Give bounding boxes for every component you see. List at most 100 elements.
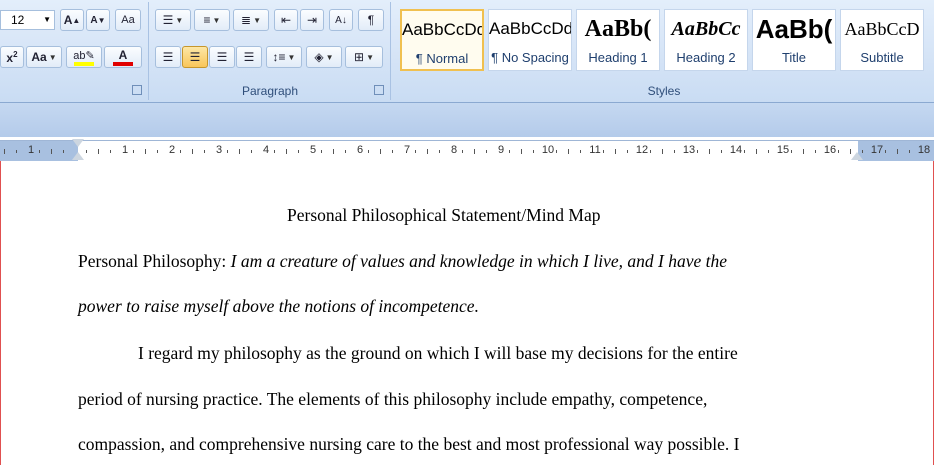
style-heading-2[interactable]: AaBbCc Heading 2	[664, 9, 748, 71]
ruler-tick	[486, 150, 487, 153]
horizontal-ruler[interactable]: 1 1 2 3 4 5 6 7 8 9 10 11 12 13 14 15 16 17 18	[0, 139, 934, 162]
style-no-spacing[interactable]: AaBbCcDd ¶ No Spacing	[488, 9, 572, 71]
ruler-tick	[51, 149, 52, 154]
highlighter-icon: ab✎	[73, 49, 95, 62]
ruler-tick	[756, 149, 757, 154]
document-page[interactable]: Personal Philosophical Statement/Mind Ma…	[0, 161, 934, 465]
ruler-tick	[239, 149, 240, 154]
numbering-button[interactable]: ≡ ▼	[194, 9, 230, 31]
ruler-number: 1	[121, 144, 129, 156]
font-size-box[interactable]: 12 ▼	[0, 10, 55, 30]
ruler-tick	[274, 150, 275, 153]
paragraph-line-2: period of nursing practice. The elements…	[78, 389, 708, 409]
ruler-tick	[521, 149, 522, 154]
ruler-tick	[392, 150, 393, 153]
ruler-tick	[98, 149, 99, 154]
increase-indent-icon: ⇥	[306, 13, 318, 27]
font-color-bar	[113, 62, 133, 66]
highlight-color-bar	[74, 61, 94, 66]
highlight-button[interactable]: ab✎	[66, 46, 102, 68]
multilevel-icon: ≣	[241, 13, 252, 27]
ruler-tick	[157, 150, 158, 153]
ruler-tick	[192, 149, 193, 154]
multilevel-list-button[interactable]: ≣ ▼	[233, 9, 269, 31]
ruler-tick	[180, 150, 181, 153]
style-heading-1[interactable]: AaBb( Heading 1	[576, 9, 660, 71]
font-dialog-launcher[interactable]	[132, 85, 142, 95]
ruler-tick	[862, 150, 863, 153]
styles-group: AaBbCcDd ¶ Normal AaBbCcDd ¶ No Spacing …	[394, 2, 934, 100]
ruler-tick	[815, 150, 816, 153]
ruler-tick	[603, 150, 604, 153]
style-name-title: Title	[781, 50, 807, 65]
clear-format-icon: Aa	[121, 14, 135, 26]
ruler-tick	[333, 149, 334, 154]
style-name-heading-2: Heading 2	[676, 50, 736, 65]
ruler-number: 7	[403, 144, 411, 156]
increase-indent-button[interactable]: ⇥	[300, 9, 324, 31]
justify-button[interactable]: ☰	[236, 46, 262, 68]
ruler-tick	[4, 149, 5, 154]
align-left-button[interactable]: ☰	[155, 46, 181, 68]
paragraph-group: ☰ ▼ ≡ ▼ ≣ ▼ ⇤ ⇥ A↓ ¶ ☰ ☰ ☰ ☰ ↕≡ ▼ ◈ ▼ ⊞ ▼ Para…	[150, 2, 391, 100]
hanging-indent-marker[interactable]	[72, 152, 84, 160]
ruler-number: 18	[917, 144, 931, 156]
ruler-number: 14	[729, 144, 743, 156]
style-sample-heading-2: AaBbCc	[671, 18, 741, 40]
show-formatting-button[interactable]: ¶	[358, 9, 384, 31]
style-normal[interactable]: AaBbCcDd ¶ Normal	[400, 9, 484, 71]
ruler-number: 11	[589, 144, 601, 156]
ruler-tick	[39, 150, 40, 153]
align-center-icon: ☰	[189, 50, 201, 64]
ruler-tick	[662, 149, 663, 154]
ruler-tick	[321, 150, 322, 153]
bullets-button[interactable]: ☰ ▼	[155, 9, 191, 31]
style-sample-title: AaBb(	[755, 14, 833, 44]
paragraph-dialog-launcher[interactable]	[374, 85, 384, 95]
font-color-button[interactable]: A	[104, 46, 142, 68]
philosophy-line-1: Personal Philosophy: I am a creature of …	[78, 251, 727, 272]
styles-group-label: Styles	[647, 84, 681, 98]
shading-button[interactable]: ◈ ▼	[306, 46, 342, 68]
clear-formatting-button[interactable]: Aa	[115, 9, 141, 31]
decrease-indent-button[interactable]: ⇤	[274, 9, 298, 31]
align-center-button[interactable]: ☰	[182, 46, 208, 68]
line-spacing-icon: ↕≡	[272, 50, 286, 64]
style-title[interactable]: AaBb( Title	[752, 9, 836, 71]
ruler-tick	[86, 150, 87, 153]
ruler-tick	[709, 149, 710, 154]
ruler-tick	[439, 150, 440, 153]
borders-icon: ⊞	[354, 50, 365, 64]
philosophy-text-1: I am a creature of values and knowledge …	[230, 251, 728, 271]
ruler-number: 6	[356, 144, 364, 156]
ruler-tick	[415, 150, 416, 153]
align-right-button[interactable]: ☰	[209, 46, 235, 68]
justify-icon: ☰	[243, 50, 255, 64]
subscript-button[interactable]: x2	[0, 46, 24, 68]
line-spacing-button[interactable]: ↕≡ ▼	[266, 46, 302, 68]
grow-font-button[interactable]: A ▲	[60, 9, 84, 31]
ruler-tick	[838, 150, 839, 153]
ruler-number: 13	[682, 144, 696, 156]
ruler-tick	[380, 149, 381, 154]
ruler-tick	[615, 149, 616, 154]
ruler-band	[0, 103, 934, 137]
style-subtitle[interactable]: AaBbCcD Subtitle	[840, 9, 924, 71]
ruler-tick	[63, 150, 64, 153]
chevron-down-icon[interactable]: ▼	[43, 11, 51, 29]
philosophy-line-2: power to raise myself above the notions …	[78, 296, 479, 317]
ruler-tick	[744, 150, 745, 153]
right-indent-marker[interactable]	[851, 152, 863, 160]
ruler-tick	[145, 149, 146, 154]
shrink-font-button[interactable]: A ▼	[86, 9, 110, 31]
ruler-tick	[286, 149, 287, 154]
borders-button[interactable]: ⊞ ▼	[345, 46, 383, 68]
first-line-indent-marker[interactable]	[72, 139, 84, 147]
paint-bucket-icon: ◈	[314, 50, 324, 64]
change-case-button[interactable]: Aa ▼	[26, 46, 62, 68]
ruler-tick	[509, 150, 510, 153]
sort-button[interactable]: A↓	[329, 9, 353, 31]
philosophy-label: Personal Philosophy:	[78, 251, 227, 271]
style-sample-subtitle: AaBbCcD	[844, 19, 920, 39]
document-title: Personal Philosophical Statement/Mind Ma…	[287, 205, 601, 225]
